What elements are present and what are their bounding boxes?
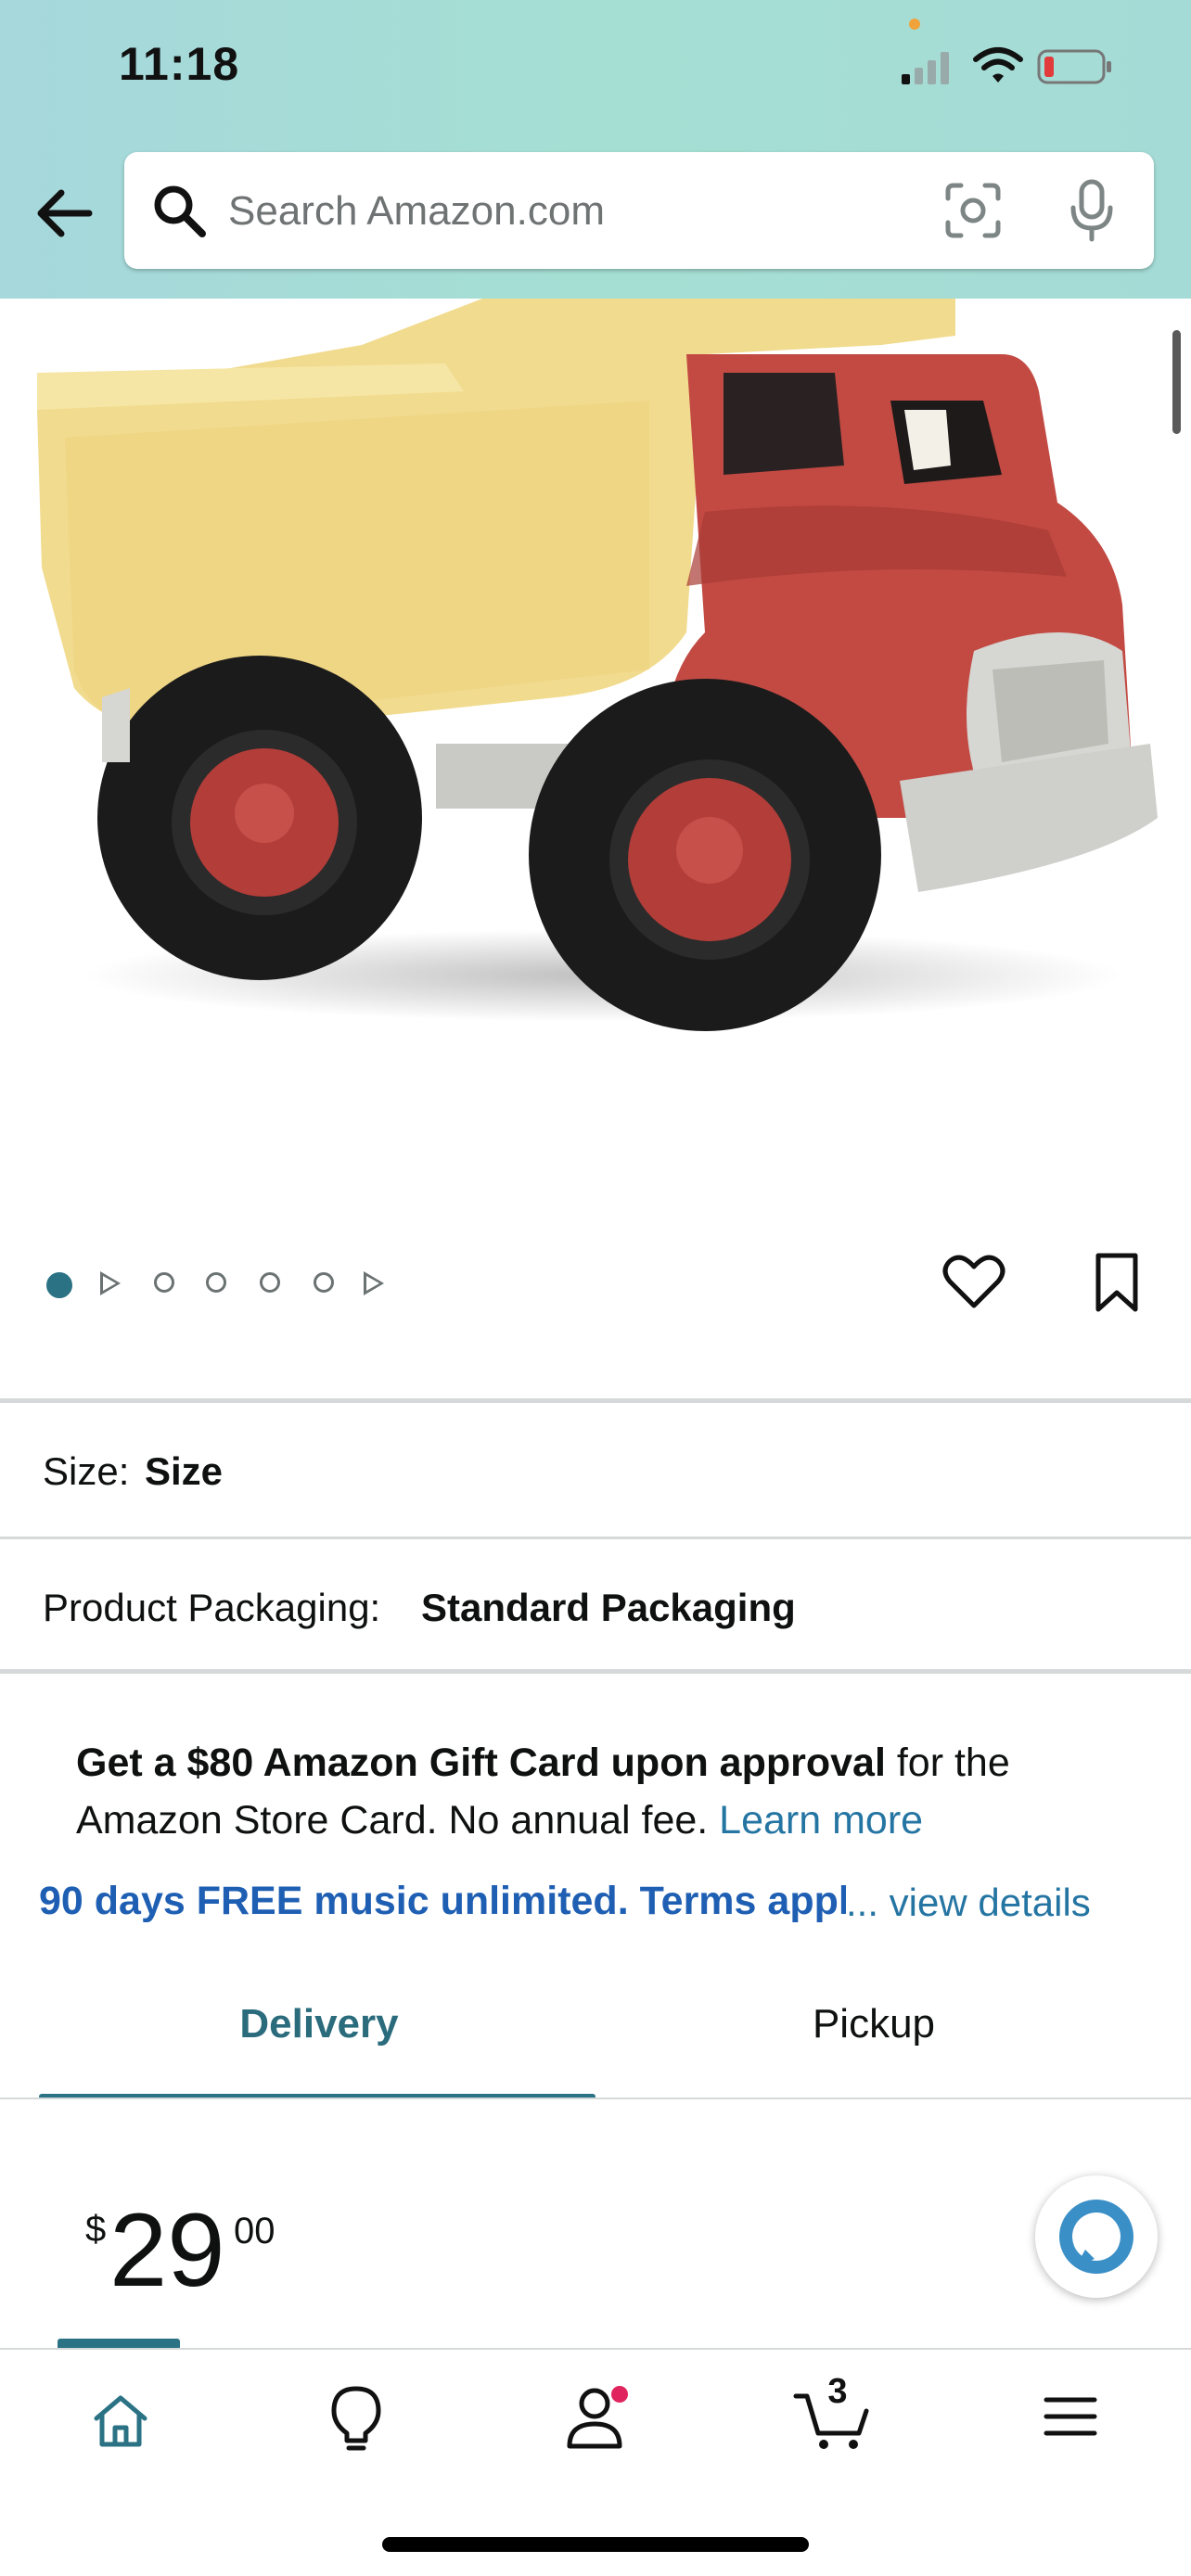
camera-scan-icon[interactable] (944, 182, 1002, 239)
divider (0, 2098, 1191, 2099)
size-row[interactable]: Size: Size (0, 1403, 1191, 1537)
gallery-dot-active[interactable] (46, 1272, 72, 1298)
gallery-dot[interactable] (260, 1272, 280, 1293)
account-icon[interactable] (564, 2385, 629, 2452)
cart-count: 3 (827, 2372, 848, 2411)
status-dot (909, 19, 920, 30)
search-bar[interactable] (124, 152, 1154, 269)
dump-truck-image (37, 299, 1158, 1031)
wifi-icon (973, 47, 1023, 83)
back-arrow-icon[interactable] (32, 184, 96, 243)
divider (0, 1669, 1191, 1674)
header-bar: 11:18 (0, 0, 1191, 299)
video-play-inner (103, 1276, 116, 1291)
price-fraction: 00 (234, 2211, 275, 2251)
size-label: Size: (43, 1449, 130, 1493)
packaging-value: Standard Packaging (421, 1586, 796, 1629)
learn-more-link[interactable]: Learn more (719, 1798, 923, 1843)
tab-delivery[interactable]: Delivery (22, 2001, 616, 2047)
gift-card-promo: Get a $80 Amazon Gift Card upon approval… (76, 1734, 1115, 1849)
music-promo-link[interactable]: 90 days FREE music unlimited. Terms appl… (39, 1879, 846, 1934)
view-details-link[interactable]: ... view details (846, 1881, 1091, 1925)
signal-icon (902, 52, 949, 84)
gift-card-promo-bold: Get a $80 Amazon Gift Card upon approval (76, 1741, 886, 1785)
inspire-bulb-icon[interactable] (327, 2383, 386, 2454)
gallery-dot[interactable] (154, 1272, 174, 1293)
home-icon[interactable] (91, 2391, 150, 2450)
alexa-button[interactable] (1035, 2175, 1158, 2298)
status-time: 11:18 (119, 38, 240, 90)
gallery-dot[interactable] (206, 1272, 226, 1293)
gallery-dot[interactable] (314, 1272, 334, 1293)
search-input[interactable] (226, 180, 991, 243)
product-image[interactable] (0, 299, 1191, 1226)
price-symbol: $ (85, 2209, 107, 2250)
price-whole: 29 (109, 2192, 225, 2308)
scroll-indicator (1172, 330, 1181, 434)
alexa-icon (1059, 2200, 1133, 2274)
video-play-inner (366, 1276, 379, 1291)
menu-icon[interactable] (1043, 2394, 1098, 2439)
home-indicator (382, 2537, 809, 2552)
search-icon (154, 185, 206, 237)
tab-pickup[interactable]: Pickup (577, 2001, 1171, 2047)
bookmark-icon[interactable] (1093, 1252, 1141, 1313)
heart-icon[interactable] (942, 1254, 1005, 1311)
packaging-label: Product Packaging: (43, 1586, 381, 1629)
microphone-icon[interactable] (1069, 178, 1115, 243)
packaging-row[interactable]: Product Packaging: Standard Packaging (0, 1539, 1191, 1669)
size-value: Size (145, 1449, 224, 1493)
battery-icon (1037, 49, 1111, 84)
